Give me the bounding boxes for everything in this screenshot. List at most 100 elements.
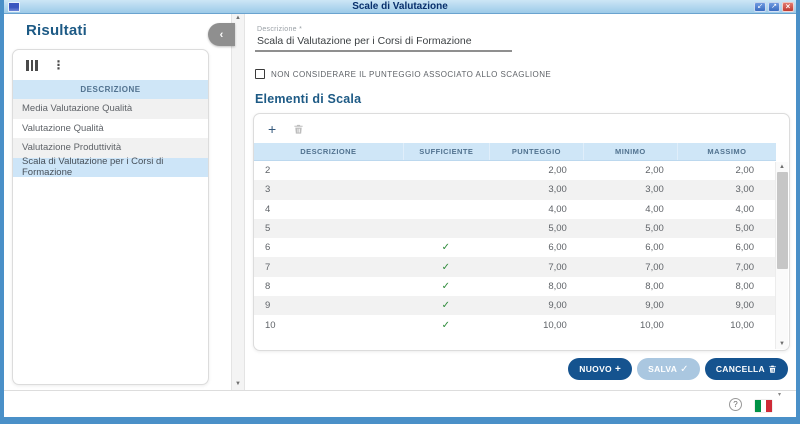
table-row[interactable]: 2 2,00 2,00 2,00	[254, 161, 776, 180]
window-controls: ↙ ↗ ×	[754, 1, 794, 12]
table-toolbar: +	[254, 114, 789, 143]
collapse-sidebar-button[interactable]: ‹	[208, 23, 235, 46]
check-icon: ✓	[441, 300, 451, 312]
table-row[interactable]: 4 4,00 4,00 4,00	[254, 200, 776, 219]
column-header[interactable]: DESCRIZIONE	[254, 143, 403, 160]
cell-punteggio: 2,00	[548, 165, 567, 177]
nuovo-button-label: NUOVO	[579, 364, 612, 374]
cell-sufficiente: ✓	[403, 300, 489, 311]
column-header[interactable]: MASSIMO	[676, 143, 776, 160]
no-score-checkbox[interactable]	[255, 69, 265, 79]
table-row[interactable]: 3 3,00 3,00 3,00	[254, 180, 776, 200]
results-list-item[interactable]: Scala di Valutazione per i Corsi di Form…	[13, 156, 208, 178]
cell-sufficiente: ✓	[403, 281, 489, 292]
columns-icon[interactable]	[26, 59, 38, 71]
cell-punteggio: 5,00	[548, 223, 567, 235]
table-row[interactable]: 8 ✓ 8,00 8,00 8,00	[254, 277, 776, 296]
results-toolbar: ⋮	[13, 50, 208, 80]
cell-minimo: 4,00	[645, 203, 664, 215]
app-window: Scale di Valutazione ↙ ↗ × Risultati ⋮ D…	[0, 0, 800, 424]
cell-massimo: 6,00	[735, 242, 755, 254]
table-row[interactable]: 6 ✓ 6,00 6,00 6,00	[254, 238, 776, 257]
cancella-button-label: CANCELLA	[715, 364, 765, 374]
top-region: Risultati ⋮ DESCRIZIONE Media Valutazion…	[4, 14, 796, 390]
table-row[interactable]: 9 ✓ 9,00 9,00 9,00	[254, 296, 776, 316]
cell-massimo: 8,00	[735, 280, 755, 292]
cell-punteggio: 4,00	[548, 203, 567, 215]
table-row[interactable]: 7 ✓ 7,00 7,00 7,00	[254, 257, 776, 277]
section-title: Elementi di Scala	[255, 92, 362, 106]
results-list-item[interactable]: Valutazione Produttività	[13, 138, 208, 158]
action-buttons: NUOVO + SALVA ✓ CANCELLA	[253, 358, 790, 380]
cell-punteggio: 3,00	[548, 184, 567, 196]
window-title: Scale di Valutazione	[352, 0, 448, 12]
cell-sufficiente: ✓	[403, 320, 489, 331]
kebab-menu-icon[interactable]: ⋮	[53, 58, 65, 72]
cell-descrizione: 6	[265, 242, 271, 254]
cell-massimo: 5,00	[735, 223, 755, 235]
description-input[interactable]: Scala di Valutazione per i Corsi di Form…	[257, 35, 512, 47]
window-restore-button[interactable]: ↙	[754, 1, 766, 12]
cell-sufficiente: ✓	[403, 262, 489, 273]
cell-punteggio: 9,00	[548, 300, 567, 312]
window-maximize-button[interactable]: ↗	[768, 1, 780, 12]
results-column-header: DESCRIZIONE	[13, 80, 208, 99]
table-row[interactable]: 5 5,00 5,00 5,00	[254, 218, 776, 239]
column-header[interactable]: SUFFICIENTE	[402, 143, 489, 160]
window-titlebar[interactable]: Scale di Valutazione ↙ ↗ ×	[4, 0, 796, 14]
cell-minimo: 5,00	[645, 223, 664, 235]
delete-row-icon[interactable]	[293, 123, 304, 135]
main-panel: Descrizione * Scala di Valutazione per i…	[245, 14, 796, 390]
salva-button[interactable]: SALVA ✓	[637, 358, 700, 380]
cell-descrizione: 5	[265, 223, 271, 235]
table-scroll-thumb[interactable]	[776, 172, 788, 269]
cell-punteggio: 10,00	[543, 319, 567, 331]
results-list-item[interactable]: Valutazione Qualità	[13, 119, 208, 139]
table-scroll-up-icon[interactable]: ▲	[779, 162, 785, 172]
cell-minimo: 2,00	[645, 165, 664, 177]
add-row-icon[interactable]: +	[268, 122, 276, 136]
table-scrollbar[interactable]: ▲ ▼	[775, 162, 788, 349]
cancella-button[interactable]: CANCELLA	[704, 358, 788, 380]
window-content: Risultati ⋮ DESCRIZIONE Media Valutazion…	[4, 14, 796, 417]
column-header[interactable]: PUNTEGGIO	[488, 143, 583, 160]
sidebar-scrollbar[interactable]: ▲ ▼	[231, 14, 245, 390]
cell-minimo: 8,00	[645, 280, 664, 292]
cell-descrizione: 3	[265, 184, 271, 196]
scale-elements-card: + DESCRIZIONE SUFFICIENTE PUNTEGGIO MINIMO M…	[253, 113, 790, 351]
cell-descrizione: 8	[265, 280, 271, 292]
cell-punteggio: 7,00	[548, 261, 567, 273]
scroll-down-arrow-icon[interactable]: ▼	[232, 381, 244, 387]
cell-massimo: 9,00	[735, 300, 755, 312]
cell-massimo: 4,00	[735, 203, 755, 215]
cell-minimo: 7,00	[645, 261, 664, 273]
column-header[interactable]: MINIMO	[582, 143, 677, 160]
nuovo-button[interactable]: NUOVO +	[568, 358, 633, 380]
plus-icon: +	[614, 363, 622, 375]
table: DESCRIZIONE SUFFICIENTE PUNTEGGIO MINIMO MAS…	[254, 143, 776, 335]
check-icon: ✓	[441, 261, 451, 273]
cell-minimo: 10,00	[640, 319, 664, 331]
cell-descrizione: 10	[265, 319, 276, 331]
no-score-checkbox-label: NON CONSIDERARE IL PUNTEGGIO ASSOCIATO A…	[271, 69, 552, 79]
footer: ? ▾	[4, 390, 796, 417]
language-selector[interactable]: ▾	[755, 392, 781, 412]
cell-descrizione: 9	[265, 300, 271, 312]
window-close-button[interactable]: ×	[782, 1, 794, 12]
cell-punteggio: 6,00	[548, 242, 567, 254]
description-field[interactable]: Descrizione * Scala di Valutazione per i…	[255, 24, 512, 52]
check-icon: ✓	[680, 363, 689, 375]
results-list: Media Valutazione Qualità Valutazione Qua…	[13, 99, 208, 178]
table-header: DESCRIZIONE SUFFICIENTE PUNTEGGIO MINIMO MAS…	[254, 143, 776, 161]
no-score-checkbox-row[interactable]: NON CONSIDERARE IL PUNTEGGIO ASSOCIATO A…	[255, 69, 790, 79]
caret-down-icon: ▾	[777, 392, 781, 398]
help-icon[interactable]: ?	[729, 397, 742, 411]
results-list-item[interactable]: Media Valutazione Qualità	[13, 99, 208, 119]
table-scroll-down-icon[interactable]: ▼	[779, 339, 785, 349]
scroll-up-arrow-icon[interactable]: ▲	[232, 15, 244, 21]
cell-descrizione: 2	[265, 165, 271, 177]
cell-punteggio: 8,00	[548, 280, 567, 292]
cell-massimo: 10,00	[730, 319, 754, 331]
table-row[interactable]: 10 ✓ 10,00 10,00 10,00	[254, 315, 776, 334]
cell-descrizione: 7	[265, 261, 271, 273]
